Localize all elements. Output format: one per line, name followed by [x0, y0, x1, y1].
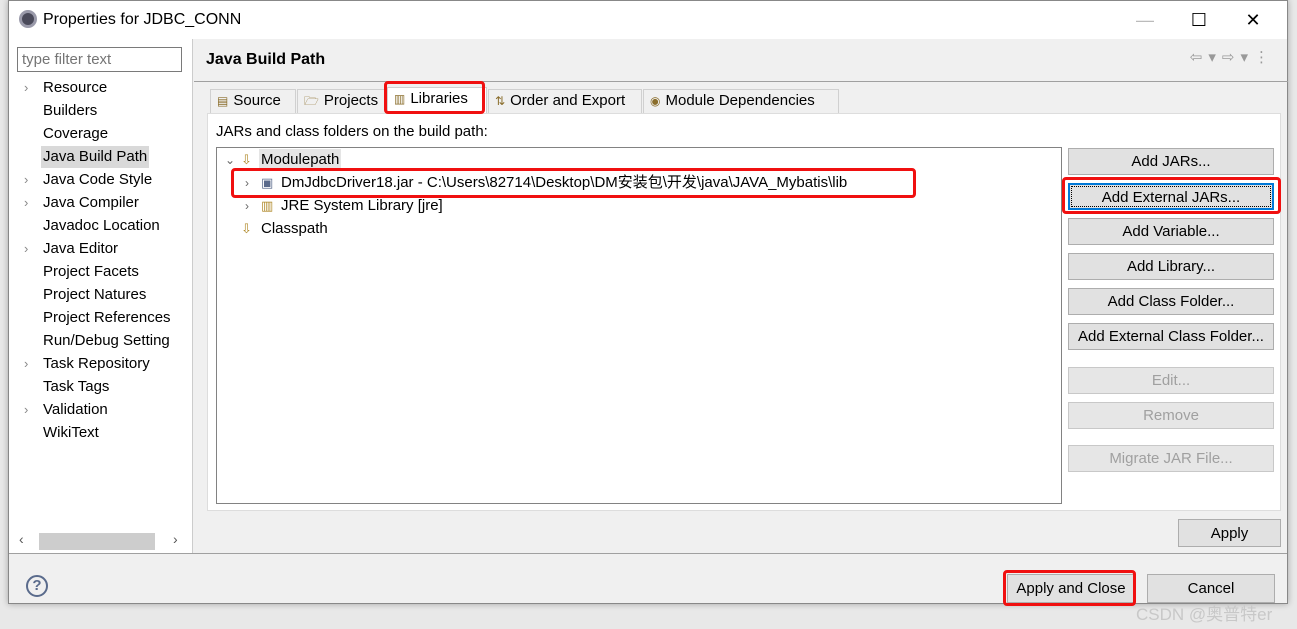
divider [9, 553, 1287, 554]
sidebar-item[interactable]: Coverage [9, 123, 193, 145]
sidebar: › Resource Builders Coverage Java Build Path… [9, 39, 193, 553]
maximize-button[interactable]: ☐ [1179, 7, 1219, 33]
sidebar-item[interactable]: › Java Code Style [9, 169, 193, 191]
chevron-right-icon[interactable]: › [24, 399, 28, 421]
watermark: CSDN @奥普特er [1136, 605, 1273, 624]
sidebar-item[interactable]: Project References [9, 307, 193, 329]
tree-row-label: Classpath [261, 220, 328, 237]
sidebar-item-label: Builders [43, 102, 98, 119]
tab-label: Projects [323, 92, 379, 109]
scroll-right-icon[interactable]: › [173, 531, 178, 547]
chevron-right-icon[interactable]: › [24, 192, 28, 214]
minimize-button[interactable]: — [1125, 7, 1165, 33]
filter-input[interactable] [17, 47, 182, 72]
sidebar-item[interactable]: Builders [9, 100, 193, 122]
properties-dialog: Properties for JDBC_CONN — ☐ ✕ › Resource… [8, 0, 1288, 606]
sidebar-item[interactable]: WikiText [9, 422, 193, 444]
tree-row-label: JRE System Library [jre] [281, 197, 443, 214]
build-path-tree[interactable]: ⌄ ⇩ Modulepath › ▣ DmJdbcDriver18.jar - C:\Us… [216, 147, 1062, 504]
chevron-right-icon[interactable]: › [24, 169, 28, 191]
build-path-label: JARs and class folders on the build path… [216, 123, 488, 140]
horizontal-scrollbar[interactable]: ‹ › [15, 531, 187, 551]
history-nav-icons[interactable]: ⇦▾⇨▾⋮ [1190, 48, 1275, 66]
highlight-apply-and-close [1003, 570, 1136, 606]
highlight-jar-entry [231, 168, 916, 198]
sidebar-item[interactable]: Java Build Path [9, 146, 193, 168]
add-library-button[interactable]: Add Library... [1068, 253, 1274, 280]
tab-order-and-export[interactable]: ⇅ Order and Export [488, 89, 642, 114]
tab-module-dependencies[interactable]: ◉ Module Dependencies [643, 89, 839, 114]
tab-icon: ◉ [650, 94, 661, 108]
sidebar-item-label: Javadoc Location [43, 217, 160, 234]
tab-label: Order and Export [510, 92, 626, 109]
migrate-jar-file-button[interactable]: Migrate JAR File... [1068, 445, 1274, 472]
path-icon: ⇩ [241, 221, 252, 236]
sidebar-item[interactable]: Javadoc Location [9, 215, 193, 237]
tab-projects[interactable]: 🗁 Projects [297, 89, 386, 114]
sidebar-item-label: Java Build Path [41, 146, 150, 168]
edit-button[interactable]: Edit... [1068, 367, 1274, 394]
sidebar-item-label: Task Tags [43, 378, 110, 395]
cancel-button[interactable]: Cancel [1147, 574, 1275, 603]
sidebar-item[interactable]: Task Tags [9, 376, 193, 398]
help-icon[interactable]: ? [26, 575, 48, 597]
sidebar-item-label: Project References [43, 309, 171, 326]
tab-label: Module Dependencies [665, 92, 815, 109]
scroll-left-icon[interactable]: ‹ [19, 531, 24, 547]
sidebar-item-label: Task Repository [43, 355, 150, 372]
chevron-right-icon[interactable]: › [245, 195, 249, 217]
chevron-right-icon[interactable]: › [24, 77, 28, 99]
sidebar-item[interactable]: › Validation [9, 399, 193, 421]
library-icon: ▥ [261, 198, 274, 213]
tab-source[interactable]: ▤ Source [210, 89, 296, 114]
sidebar-item-label: Java Compiler [43, 194, 139, 211]
sidebar-item-label: Project Facets [43, 263, 139, 280]
page-title: Java Build Path [206, 51, 326, 68]
highlight-add-external-jars [1062, 177, 1281, 214]
add-class-folder-button[interactable]: Add Class Folder... [1068, 288, 1274, 315]
sidebar-item-label: Validation [43, 401, 108, 418]
apply-button[interactable]: Apply [1178, 519, 1281, 547]
sidebar-item-label: WikiText [43, 424, 99, 441]
chevron-right-icon[interactable]: › [24, 238, 28, 260]
sidebar-item-label: Java Code Style [43, 171, 153, 188]
scroll-thumb[interactable] [39, 533, 155, 550]
highlight-libraries-tab [384, 81, 485, 114]
sidebar-item-label: Coverage [43, 125, 109, 142]
sidebar-item-label: Project Natures [43, 286, 147, 303]
remove-button[interactable]: Remove [1068, 402, 1274, 429]
sidebar-item[interactable]: Project Facets [9, 261, 193, 283]
tab-icon: 🗁 [304, 94, 319, 108]
close-button[interactable]: ✕ [1233, 7, 1273, 33]
eclipse-icon [19, 10, 37, 28]
tab-label: Source [233, 92, 281, 109]
tree-row[interactable]: › ▥ JRE System Library [jre] [217, 195, 1057, 217]
tab-icon: ⇅ [495, 94, 506, 108]
add-variable-button[interactable]: Add Variable... [1068, 218, 1274, 245]
sidebar-item[interactable]: › Java Compiler [9, 192, 193, 214]
sidebar-item[interactable]: › Task Repository [9, 353, 193, 375]
add-jars-button[interactable]: Add JARs... [1068, 148, 1274, 175]
sidebar-item-label: Run/Debug Setting [43, 332, 170, 349]
sidebar-item[interactable]: › Resource [9, 77, 193, 99]
title-bar: Properties for JDBC_CONN — ☐ ✕ [9, 1, 1287, 39]
chevron-right-icon[interactable]: › [24, 353, 28, 375]
sidebar-item-label: Java Editor [43, 240, 119, 257]
window-title: Properties for JDBC_CONN [43, 11, 242, 28]
tree-row[interactable]: ⇩ Classpath [217, 218, 1057, 240]
sidebar-item[interactable]: Project Natures [9, 284, 193, 306]
add-external-class-folder-button[interactable]: Add External Class Folder... [1068, 323, 1274, 350]
sidebar-item[interactable]: › Java Editor [9, 238, 193, 260]
tab-icon: ▤ [217, 94, 229, 108]
divider [194, 81, 1288, 82]
sidebar-item[interactable]: Run/Debug Setting [9, 330, 193, 352]
sidebar-item-label: Resource [43, 79, 108, 96]
